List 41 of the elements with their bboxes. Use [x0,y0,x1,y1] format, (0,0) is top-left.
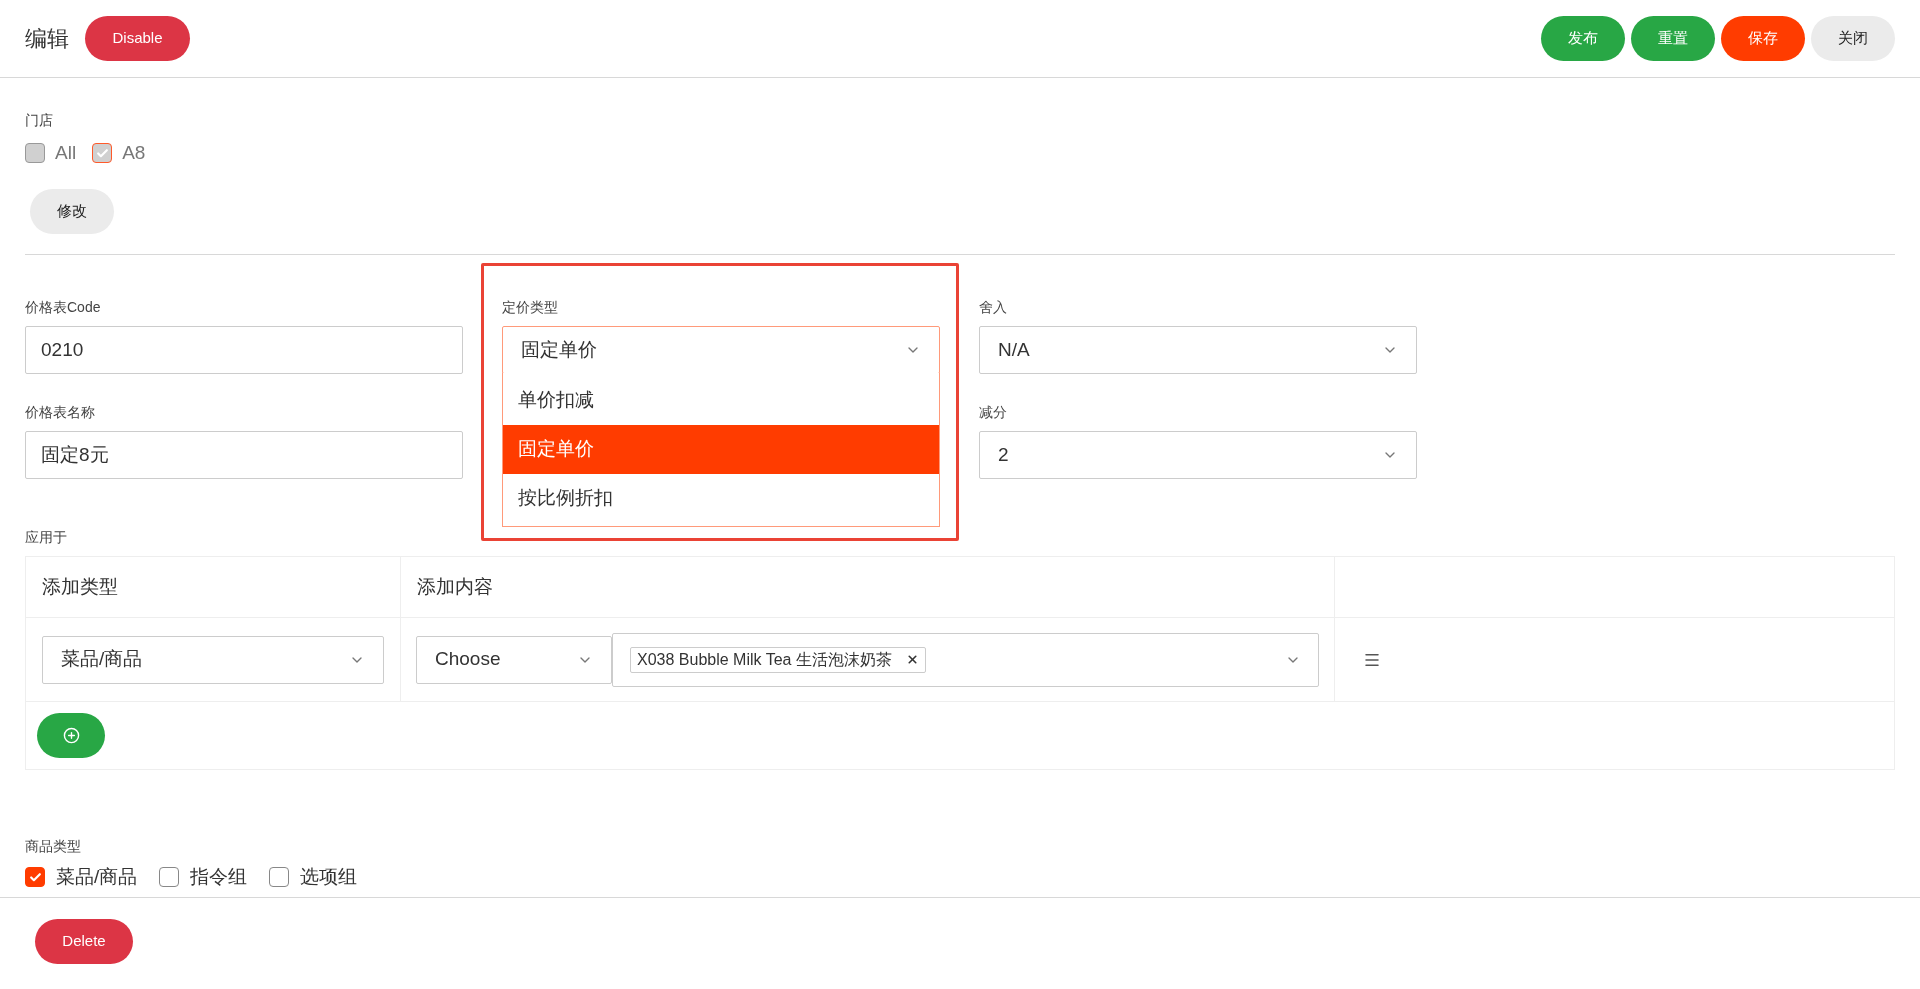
checkbox-label: A8 [122,140,146,165]
page-title: 编辑 [25,25,69,53]
checkbox-label: 菜品/商品 [56,864,138,889]
checkbox[interactable] [269,867,290,887]
action-button[interactable]: Disable [85,16,190,61]
field-label: 价格表Code [25,298,102,317]
rounding-select[interactable]: N/A [979,326,1417,374]
add-row-button[interactable] [37,713,105,758]
edit-button[interactable]: 修改 [30,189,114,234]
name-input[interactable]: 固定8元 [25,431,463,479]
field-label: 价格表名称 [25,403,96,422]
field-label: 定价类型 [502,298,559,317]
checkbox-label: 选项组 [300,864,358,889]
mode-select[interactable]: Choose [416,635,612,684]
dropdown-option[interactable]: 单价扣减 [503,376,939,425]
field-label: 减分 [979,403,1008,422]
pricing-type-select[interactable]: 固定单价 [502,326,940,374]
content-multiselect[interactable]: X038 Bubble Milk Tea 生活泡沫奶茶 [612,632,1319,687]
checkbox[interactable] [159,867,180,887]
close-button[interactable]: 关闭 [1811,16,1895,61]
type-select[interactable]: 菜品/商品 [42,635,384,684]
field-label: 门店 [25,111,54,130]
selected-tag: X038 Bubble Milk Tea 生活泡沫奶茶 [630,646,926,673]
field-label: 应用于 [25,528,68,547]
column-header: 添加内容 [417,574,493,599]
field-label: 商品类型 [25,837,82,856]
field-label: 舍入 [979,298,1008,317]
remove-icon[interactable] [905,653,919,666]
plus-icon [62,727,80,744]
check-icon [95,146,109,160]
code-input[interactable]: 0210 [25,326,463,374]
deduction-select[interactable]: 2 [979,431,1417,479]
dropdown-option[interactable]: 固定单价 [503,425,939,474]
checkbox-label: All [55,140,77,165]
action-button[interactable]: Delete [35,919,133,964]
checkbox[interactable] [25,867,45,887]
check-icon [28,870,42,884]
column-header: 添加类型 [42,574,118,599]
action-button[interactable]: 保存 [1721,16,1805,61]
checkbox-label: 指令组 [190,864,248,889]
dropdown-option[interactable]: 按比例折扣 [503,474,939,523]
